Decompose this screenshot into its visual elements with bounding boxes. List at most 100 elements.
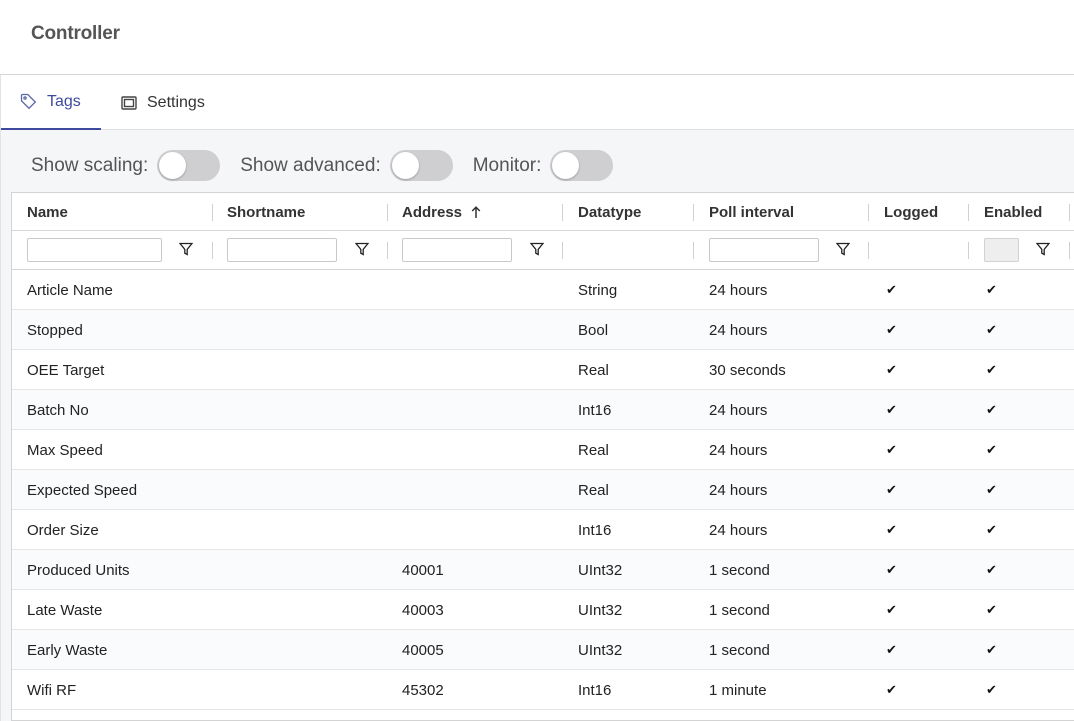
enabled-check-icon[interactable]: ✔ [986,390,997,430]
cell-address: 45302 [402,681,444,699]
column-header-address[interactable]: Address [402,193,481,231]
cell-poll-interval: 1 second [709,601,770,619]
table-row[interactable]: Produced Units 40001 UInt32 1 second ✔ ✔ [12,550,1074,590]
show-scaling-group: Show scaling: [31,150,221,181]
cell-datatype: String [578,281,618,299]
logged-check-icon[interactable]: ✔ [886,670,897,710]
cell-name: OEE Target [27,361,105,379]
cell-poll-interval: 24 hours [709,281,768,299]
logged-check-icon[interactable]: ✔ [886,630,897,670]
filter-divider [212,242,213,259]
show-scaling-toggle[interactable] [157,150,221,181]
logged-check-icon[interactable]: ✔ [886,430,897,470]
logged-check-icon[interactable]: ✔ [886,310,897,350]
cell-name: Expected Speed [27,481,138,499]
logged-check-icon[interactable]: ✔ [886,590,897,630]
column-resize-handle[interactable] [968,204,969,221]
filter-icon[interactable] [835,241,851,257]
logged-check-icon[interactable]: ✔ [886,470,897,510]
toggle-knob [391,152,419,179]
column-resize-handle[interactable] [387,204,388,221]
address-filter-input[interactable] [402,238,512,262]
shortname-filter-input[interactable] [227,238,337,262]
column-header-logged[interactable]: Logged [884,193,938,231]
cell-name: Wifi RF [27,681,77,699]
column-resize-handle[interactable] [562,204,563,221]
show-advanced-group: Show advanced: [240,150,453,181]
monitor-group: Monitor: [473,150,614,181]
window-icon [121,95,137,110]
column-resize-handle[interactable] [693,204,694,221]
name-filter-input[interactable] [27,238,162,262]
cell-poll-interval: 24 hours [709,481,768,499]
cell-name: Early Waste [27,641,108,659]
table-row[interactable]: Order Size Int16 24 hours ✔ ✔ [12,510,1074,550]
monitor-toggle[interactable] [550,150,614,181]
cell-address: 40005 [402,641,444,659]
logged-check-icon[interactable]: ✔ [886,510,897,550]
grid-header: Name Shortname Address Datatype Poll int… [12,193,1074,231]
show-advanced-toggle[interactable] [389,150,453,181]
tab-tags[interactable]: Tags [1,75,101,130]
table-row[interactable]: Article Name String 24 hours ✔ ✔ [12,270,1074,310]
arrow-up-icon [471,205,481,219]
table-row[interactable]: Early Waste 40005 UInt32 1 second ✔ ✔ [12,630,1074,670]
filter-icon[interactable] [178,241,194,257]
monitor-label: Monitor: [472,154,542,176]
logged-check-icon[interactable]: ✔ [886,390,897,430]
logged-check-icon[interactable]: ✔ [886,270,897,310]
logged-check-icon[interactable]: ✔ [886,550,897,590]
toggle-knob [159,152,187,179]
column-header-shortname[interactable]: Shortname [227,193,305,231]
logged-check-icon[interactable]: ✔ [886,350,897,390]
column-header-poll-interval[interactable]: Poll interval [709,193,794,231]
filter-icon[interactable] [354,241,370,257]
enabled-check-icon[interactable]: ✔ [986,350,997,390]
table-row[interactable]: Stopped Bool 24 hours ✔ ✔ [12,310,1074,350]
page-title: Controller [31,23,120,44]
column-header-name[interactable]: Name [27,193,68,231]
cell-name: Batch No [27,401,89,419]
cell-datatype: Real [578,361,609,379]
cell-datatype: Real [578,441,609,459]
cell-poll-interval: 30 seconds [709,361,786,379]
cell-name: Late Waste [27,601,103,619]
tag-icon [20,93,37,110]
table-row[interactable]: OEE Target Real 30 seconds ✔ ✔ [12,350,1074,390]
enabled-check-icon[interactable]: ✔ [986,470,997,510]
enabled-check-icon[interactable]: ✔ [986,550,997,590]
enabled-check-icon[interactable]: ✔ [986,590,997,630]
cell-poll-interval: 1 second [709,561,770,579]
enabled-filter-checkbox[interactable] [984,238,1019,262]
enabled-check-icon[interactable]: ✔ [986,430,997,470]
tab-settings[interactable]: Settings [121,75,205,130]
tab-tags-label: Tags [47,92,81,110]
table-row[interactable]: Batch No Int16 24 hours ✔ ✔ [12,390,1074,430]
table-row[interactable]: Expected Speed Real 24 hours ✔ ✔ [12,470,1074,510]
filter-icon[interactable] [1035,241,1051,257]
column-header-enabled[interactable]: Enabled [984,193,1042,231]
cell-address: 40001 [402,561,444,579]
filter-divider [868,242,869,259]
table-row[interactable]: Max Speed Real 24 hours ✔ ✔ [12,430,1074,470]
toggle-knob [552,152,580,179]
enabled-check-icon[interactable]: ✔ [986,630,997,670]
cell-name: Order Size [27,521,99,539]
column-header-datatype[interactable]: Datatype [578,193,641,231]
grid-body: Article Name String 24 hours ✔ ✔ Stopped Bool 2… [12,270,1074,710]
enabled-check-icon[interactable]: ✔ [986,310,997,350]
show-advanced-label: Show advanced: [240,154,381,176]
column-resize-handle[interactable] [868,204,869,221]
cell-poll-interval: 1 minute [709,681,767,699]
enabled-check-icon[interactable]: ✔ [986,510,997,550]
enabled-check-icon[interactable]: ✔ [986,670,997,710]
column-resize-handle[interactable] [212,204,213,221]
cell-datatype: Int16 [578,401,612,419]
poll-interval-filter-input[interactable] [709,238,819,262]
table-row[interactable]: Wifi RF 45302 Int16 1 minute ✔ ✔ [12,670,1074,710]
table-row[interactable]: Late Waste 40003 UInt32 1 second ✔ ✔ [12,590,1074,630]
filter-icon[interactable] [529,241,545,257]
filter-divider [693,242,694,259]
column-resize-handle[interactable] [1069,204,1070,221]
enabled-check-icon[interactable]: ✔ [986,270,997,310]
